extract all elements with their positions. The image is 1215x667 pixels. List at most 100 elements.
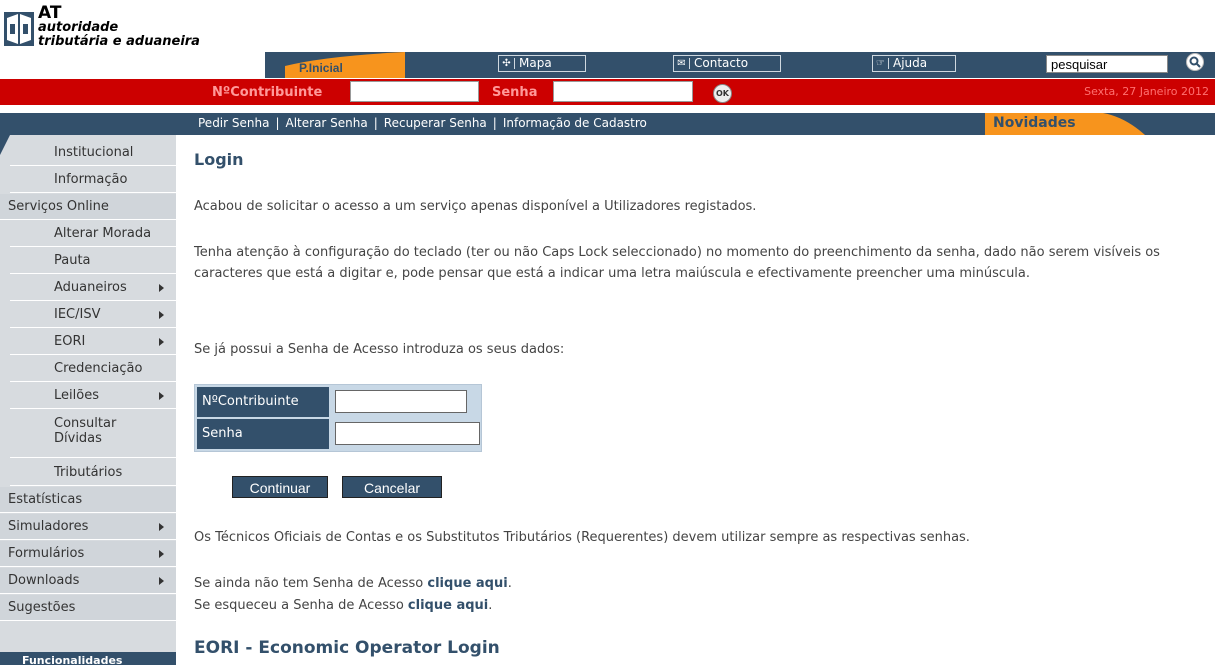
sidebar-item-tributarios[interactable]: Tributários: [10, 460, 176, 486]
separator: |: [275, 116, 280, 130]
map-icon: ✣: [501, 58, 515, 69]
no-password-line: Se ainda não tem Senha de Acesso clique …: [194, 573, 1209, 594]
sidebar-item-label: IEC/ISV: [54, 307, 101, 322]
separator: |: [373, 116, 378, 130]
sub-link-informacao-cadastro[interactable]: Informação de Cadastro: [503, 116, 647, 130]
sidebar-item-label: Pauta: [54, 253, 91, 268]
tab-inicial[interactable]: P.Inicial: [285, 52, 405, 78]
sidebar-bottom-label: Funcionalidades: [22, 654, 123, 667]
eori-title: EORI - Economic Operator Login: [194, 638, 500, 658]
top-link-contacto-label: Contacto: [694, 56, 749, 70]
sidebar-item-label: Informação: [54, 172, 128, 187]
logo[interactable]: AT autoridade tributária e aduaneira: [4, 4, 204, 56]
sidebar-item-label: Sugestões: [8, 600, 76, 615]
separator: |: [492, 116, 497, 130]
mail-icon: ✉: [676, 58, 690, 69]
login-bar-contribuinte-label: NºContribuinte: [212, 85, 323, 100]
period: .: [507, 576, 512, 591]
sub-nav-links: Pedir Senha | Alterar Senha | Recuperar Senh…: [198, 116, 647, 130]
chevron-right-icon: [159, 523, 164, 531]
logo-line2: autoridade: [38, 20, 119, 35]
chevron-right-icon: [159, 392, 164, 400]
sidebar-item-institucional[interactable]: Institucional: [10, 140, 176, 166]
cancelar-button[interactable]: Cancelar: [342, 476, 442, 498]
novidades-tab[interactable]: Novidades: [985, 113, 1215, 135]
sidebar-bottom: Funcionalidades: [0, 652, 176, 667]
login-bar-contribuinte-input[interactable]: [350, 81, 479, 102]
date-text: Sexta, 27 Janeiro 2012: [1084, 85, 1209, 98]
sidebar-item-label: Tributários: [54, 465, 123, 480]
sidebar-item-formularios[interactable]: Formulários: [0, 541, 176, 567]
sidebar-item-label: Consultar Dívidas: [54, 416, 117, 446]
sidebar-item-downloads[interactable]: Downloads: [0, 568, 176, 594]
instructions-paragraph: Se já possui a Senha de Acesso introduza…: [194, 342, 565, 357]
no-password-text: Se ainda não tem Senha de Acesso: [194, 576, 428, 591]
intro-paragraph: Acabou de solicitar o acesso a um serviç…: [194, 199, 757, 214]
chevron-right-icon: [159, 338, 164, 346]
sidebar-corner: [0, 135, 10, 155]
period: .: [488, 598, 493, 613]
sidebar-item-alterar-morada[interactable]: Alterar Morada: [10, 221, 176, 247]
login-bar-senha-input[interactable]: [553, 81, 693, 102]
sidebar-item-label: Downloads: [8, 573, 80, 588]
sidebar-item-consultar-dividas[interactable]: Consultar Dívidas: [10, 410, 176, 458]
login-bar-senha-label: Senha: [492, 85, 538, 100]
search-input[interactable]: [1046, 55, 1168, 73]
login-bar: NºContribuinte Senha Sexta, 27 Janeiro 2…: [0, 79, 1215, 105]
continuar-button[interactable]: Continuar: [232, 476, 328, 498]
top-link-mapa[interactable]: ✣ Mapa: [498, 55, 586, 72]
sidebar-item-iec-isv[interactable]: IEC/ISV: [10, 302, 176, 328]
form-senha-label: Senha: [197, 419, 329, 449]
sidebar-item-label: Aduaneiros: [54, 280, 127, 295]
sidebar-item-servicos-online[interactable]: Serviços Online: [0, 194, 176, 220]
sidebar-item-label: Leilões: [54, 388, 99, 403]
toc-paragraph: Os Técnicos Oficiais de Contas e os Subs…: [194, 530, 970, 545]
novidades-label: Novidades: [993, 115, 1076, 131]
forgot-password-line: Se esqueceu a Senha de Acesso clique aqu…: [194, 595, 1209, 616]
sidebar-item-credenciacao[interactable]: Credenciação: [10, 356, 176, 382]
top-link-mapa-label: Mapa: [519, 56, 552, 70]
forgot-password-text: Se esqueceu a Senha de Acesso: [194, 598, 408, 613]
chevron-right-icon: [159, 550, 164, 558]
sidebar-item-aduaneiros[interactable]: Aduaneiros: [10, 275, 176, 301]
sidebar-item-label: Formulários: [8, 546, 85, 561]
recover-link[interactable]: clique aqui: [408, 598, 488, 613]
sidebar-item-estatisticas[interactable]: Estatísticas: [0, 487, 176, 513]
top-link-ajuda[interactable]: ☞ Ajuda: [872, 55, 956, 72]
search-icon: [1189, 56, 1201, 68]
sidebar-item-pauta[interactable]: Pauta: [10, 248, 176, 274]
senha-input[interactable]: [335, 422, 480, 445]
login-form: NºContribuinte Senha: [194, 384, 482, 452]
contribuinte-input[interactable]: [335, 390, 467, 413]
help-icon: ☞: [875, 58, 889, 69]
chevron-right-icon: [159, 284, 164, 292]
sidebar-item-informacao[interactable]: Informação: [10, 167, 176, 193]
sub-link-pedir-senha[interactable]: Pedir Senha: [198, 116, 269, 130]
chevron-right-icon: [159, 577, 164, 585]
top-link-ajuda-label: Ajuda: [893, 56, 928, 70]
page-title: Login: [194, 150, 244, 169]
logo-icon: [4, 12, 34, 46]
search-button[interactable]: [1186, 53, 1204, 71]
form-contribuinte-label: NºContribuinte: [197, 387, 329, 417]
sidebar-item-label: Estatísticas: [8, 492, 83, 507]
sidebar-item-sugestoes[interactable]: Sugestões: [0, 595, 176, 621]
sidebar-item-label: EORI: [54, 334, 86, 349]
sidebar-item-label: Simuladores: [8, 519, 89, 534]
caps-lock-paragraph: Tenha atenção à configuração do teclado …: [194, 245, 1160, 281]
ok-button[interactable]: OK: [713, 84, 732, 103]
top-link-contacto[interactable]: ✉ Contacto: [673, 55, 781, 72]
logo-line3: tributária e aduaneira: [38, 34, 200, 49]
tab-inicial-label: P.Inicial: [299, 61, 343, 75]
sidebar-item-simuladores[interactable]: Simuladores: [0, 514, 176, 540]
sub-link-recuperar-senha[interactable]: Recuperar Senha: [384, 116, 487, 130]
sidebar-item-label: Alterar Morada: [54, 226, 152, 241]
sidebar-item-eori[interactable]: EORI: [10, 329, 176, 355]
sidebar-item-label: Institucional: [54, 145, 134, 160]
sidebar-item-label: Serviços Online: [8, 199, 109, 214]
sub-link-alterar-senha[interactable]: Alterar Senha: [286, 116, 368, 130]
sidebar-item-label: Credenciação: [54, 361, 143, 376]
sidebar-item-leiloes[interactable]: Leilões: [10, 383, 176, 409]
register-link[interactable]: clique aqui: [427, 576, 507, 591]
chevron-right-icon: [159, 311, 164, 319]
